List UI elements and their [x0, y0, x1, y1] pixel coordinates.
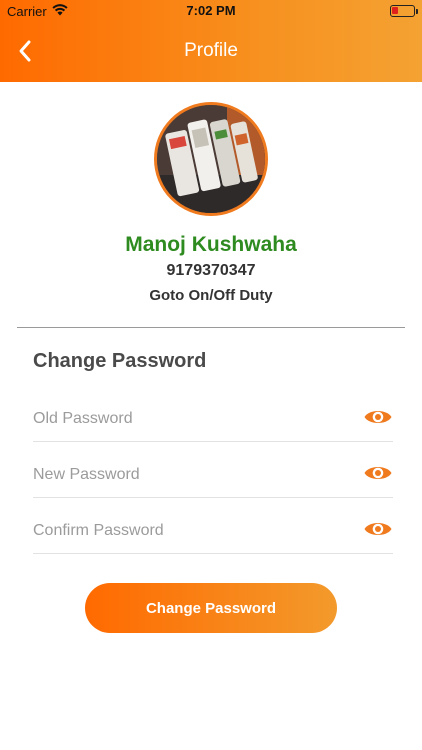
app-header: Carrier 7:02 PM Profile — [0, 0, 422, 82]
status-bar: Carrier 7:02 PM — [0, 0, 422, 22]
clock-time: 7:02 PM — [186, 3, 236, 18]
old-password-field — [33, 398, 393, 442]
change-password-button[interactable]: Change Password — [85, 583, 337, 633]
battery-icon — [390, 5, 418, 17]
new-password-field — [33, 454, 393, 498]
section-divider — [17, 327, 405, 328]
profile-name: Manoj Kushwaha — [125, 233, 297, 256]
new-password-input[interactable] — [33, 462, 353, 488]
eye-icon[interactable] — [363, 518, 393, 540]
confirm-password-field — [33, 510, 393, 554]
profile-avatar[interactable] — [154, 102, 268, 216]
profile-phone: 9179370347 — [166, 262, 256, 279]
old-password-input[interactable] — [33, 406, 353, 432]
page-title: Profile — [184, 40, 238, 61]
duty-toggle-link[interactable]: Goto On/Off Duty — [0, 287, 422, 304]
eye-icon[interactable] — [363, 462, 393, 484]
change-password-heading: Change Password — [33, 350, 207, 372]
confirm-password-input[interactable] — [33, 518, 353, 544]
eye-icon[interactable] — [363, 406, 393, 428]
avatar-photo — [157, 105, 265, 213]
